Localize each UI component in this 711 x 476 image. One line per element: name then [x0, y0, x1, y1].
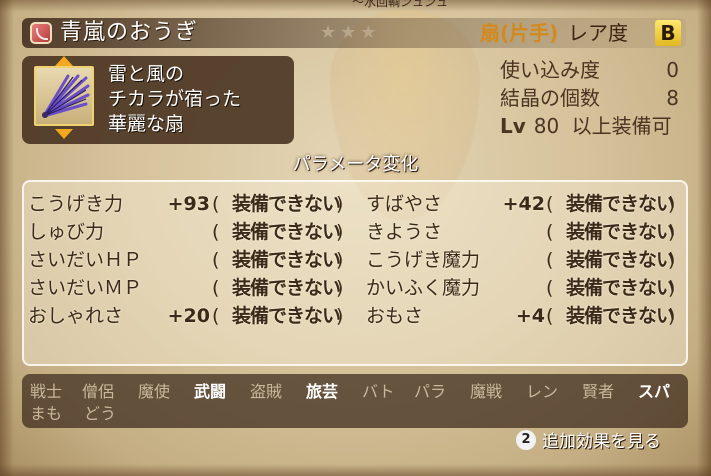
usage-value: 0 — [666, 58, 679, 82]
more-effects-button[interactable]: 2 追加効果を見る — [516, 430, 661, 454]
param-paren-open: ( — [212, 221, 220, 243]
job-11: スパ — [638, 382, 671, 401]
job-4: 盗賊 — [250, 382, 283, 401]
job-1: 僧侶 — [82, 382, 115, 401]
item-description: 雷と風の チカラが宿った 華麗な扇 — [108, 62, 241, 137]
param-paren-close: ) — [668, 277, 676, 299]
param-label: こうげき力 — [28, 193, 124, 215]
job-6: バト — [362, 382, 395, 401]
top-caption: 〜水回輌ンュンュ — [351, 0, 448, 9]
job-2: 魔使 — [138, 382, 171, 401]
param-paren-open: ( — [546, 249, 554, 271]
rarity-badge: B — [655, 20, 681, 46]
job-3: 武闘 — [194, 382, 227, 401]
job-7: パラ — [414, 382, 447, 401]
param-paren-open: ( — [212, 305, 220, 327]
level-tag: Lv — [500, 114, 526, 138]
job-9: レン — [526, 382, 559, 401]
weapon-type: 扇(片手) — [480, 21, 559, 45]
level-requirement: Lv 80 以上装備可 — [500, 113, 672, 139]
usage-label: 使い込み度 — [500, 58, 600, 82]
param-equip-status: 装備できない — [566, 305, 675, 327]
param-label: さいだいＭＰ — [28, 277, 143, 299]
param-paren-close: ) — [336, 249, 344, 271]
description-line: 華麗な扇 — [108, 113, 185, 135]
rarity-label: レア度 — [568, 21, 628, 45]
param-equip-status: 装備できない — [566, 221, 675, 243]
fan-item-icon — [34, 66, 94, 126]
param-paren-close: ) — [336, 193, 344, 215]
param-paren-close: ) — [336, 277, 344, 299]
param-paren-open: ( — [212, 249, 220, 271]
param-paren-close: ) — [668, 221, 676, 243]
scroll-up-arrow-icon[interactable] — [55, 56, 73, 66]
param-paren-close: ) — [336, 305, 344, 327]
job-8: 魔戦 — [470, 382, 503, 401]
param-paren-close: ) — [668, 249, 676, 271]
job-13: どう — [84, 404, 117, 423]
param-label: しゅび力 — [28, 221, 105, 243]
star-rating: ★★★ — [320, 22, 381, 43]
scroll-down-arrow-icon[interactable] — [55, 129, 73, 139]
param-paren-close: ) — [668, 193, 676, 215]
job-12: まも — [30, 404, 63, 423]
param-label: おもさ — [366, 305, 424, 327]
param-paren-open: ( — [546, 305, 554, 327]
param-equip-status: 装備できない — [232, 305, 341, 327]
param-equip-status: 装備できない — [566, 249, 675, 271]
param-label: すばやさ — [366, 193, 443, 215]
param-value: +93 — [167, 193, 210, 215]
item-name: 青嵐のおうぎ — [60, 20, 199, 45]
param-label: こうげき魔力 — [366, 249, 481, 271]
param-value: +42 — [502, 193, 545, 215]
param-label: きようさ — [366, 221, 443, 243]
param-paren-open: ( — [546, 221, 554, 243]
job-5: 旅芸 — [306, 382, 339, 401]
description-line: 雷と風の — [108, 63, 185, 85]
param-value: +20 — [167, 305, 210, 327]
param-equip-status: 装備できない — [232, 193, 341, 215]
param-equip-status: 装備できない — [232, 277, 341, 299]
level-suffix: 以上装備可 — [571, 114, 672, 138]
crystal-value: 8 — [666, 86, 679, 110]
param-paren-open: ( — [212, 277, 220, 299]
param-label: かいふく魔力 — [366, 277, 481, 299]
param-label: さいだいＨＰ — [28, 249, 143, 271]
fan-category-icon — [30, 22, 52, 44]
param-label: おしゃれさ — [28, 305, 124, 327]
param-equip-status: 装備できない — [566, 277, 675, 299]
crystal-label: 結晶の個数 — [500, 86, 600, 110]
button-2-icon: 2 — [516, 430, 536, 450]
description-line: チカラが宿った — [108, 88, 242, 110]
param-paren-open: ( — [212, 193, 220, 215]
param-paren-open: ( — [546, 277, 554, 299]
more-effects-label: 追加効果を見る — [542, 432, 661, 452]
param-equip-status: 装備できない — [232, 249, 341, 271]
level-value: 80 — [533, 114, 560, 138]
job-0: 戦士 — [30, 382, 63, 401]
param-paren-close: ) — [668, 305, 676, 327]
job-10: 賢者 — [582, 382, 615, 401]
param-value: +4 — [515, 305, 545, 327]
param-equip-status: 装備できない — [566, 193, 675, 215]
param-equip-status: 装備できない — [232, 221, 341, 243]
param-paren-open: ( — [546, 193, 554, 215]
param-paren-close: ) — [336, 221, 344, 243]
params-heading: パラメータ変化 — [292, 154, 419, 175]
